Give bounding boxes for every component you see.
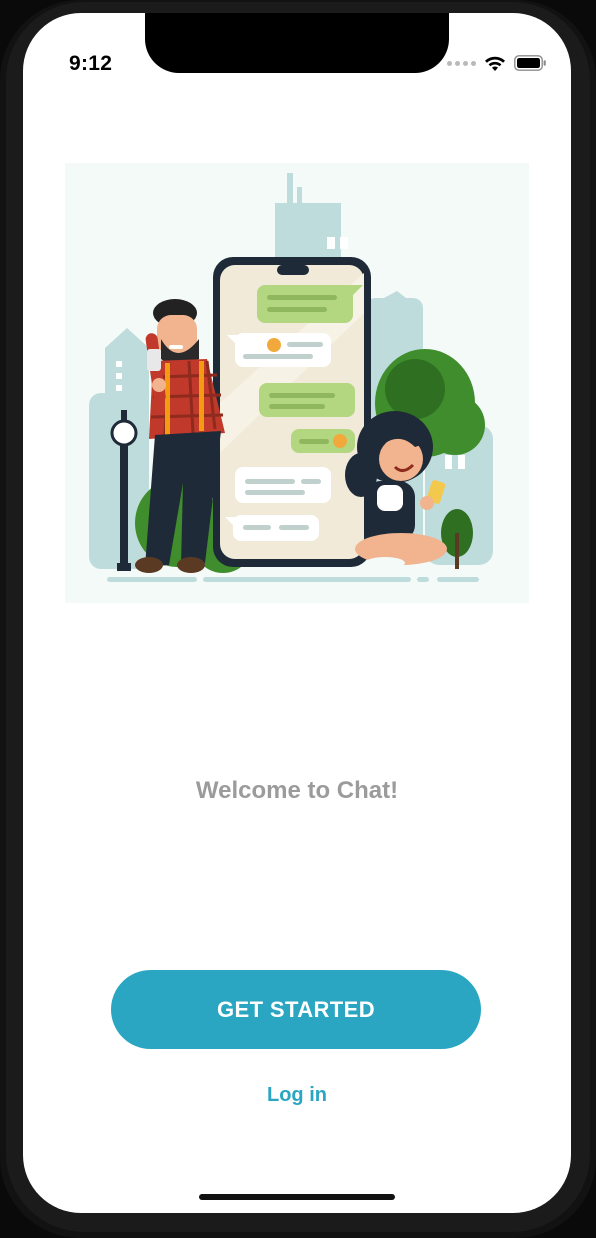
get-started-button[interactable]: GET STARTED xyxy=(111,970,481,1049)
device-frame: 9:12 Welcome to Chat! GET STARTED Log in xyxy=(0,0,596,1238)
app-screen: 9:12 Welcome to Chat! GET STARTED Log in xyxy=(23,13,571,1213)
welcome-title: Welcome to Chat! xyxy=(195,777,399,804)
login-link[interactable]: Log in xyxy=(23,1084,571,1107)
home-indicator[interactable] xyxy=(199,1194,395,1200)
signal-dots-icon xyxy=(447,60,476,66)
status-icons xyxy=(447,53,547,73)
battery-icon xyxy=(514,55,546,71)
wifi-icon xyxy=(485,56,505,71)
device-notch xyxy=(145,13,449,73)
status-time: 9:12 xyxy=(69,52,113,75)
two-people-chatting-illustration xyxy=(65,163,529,603)
